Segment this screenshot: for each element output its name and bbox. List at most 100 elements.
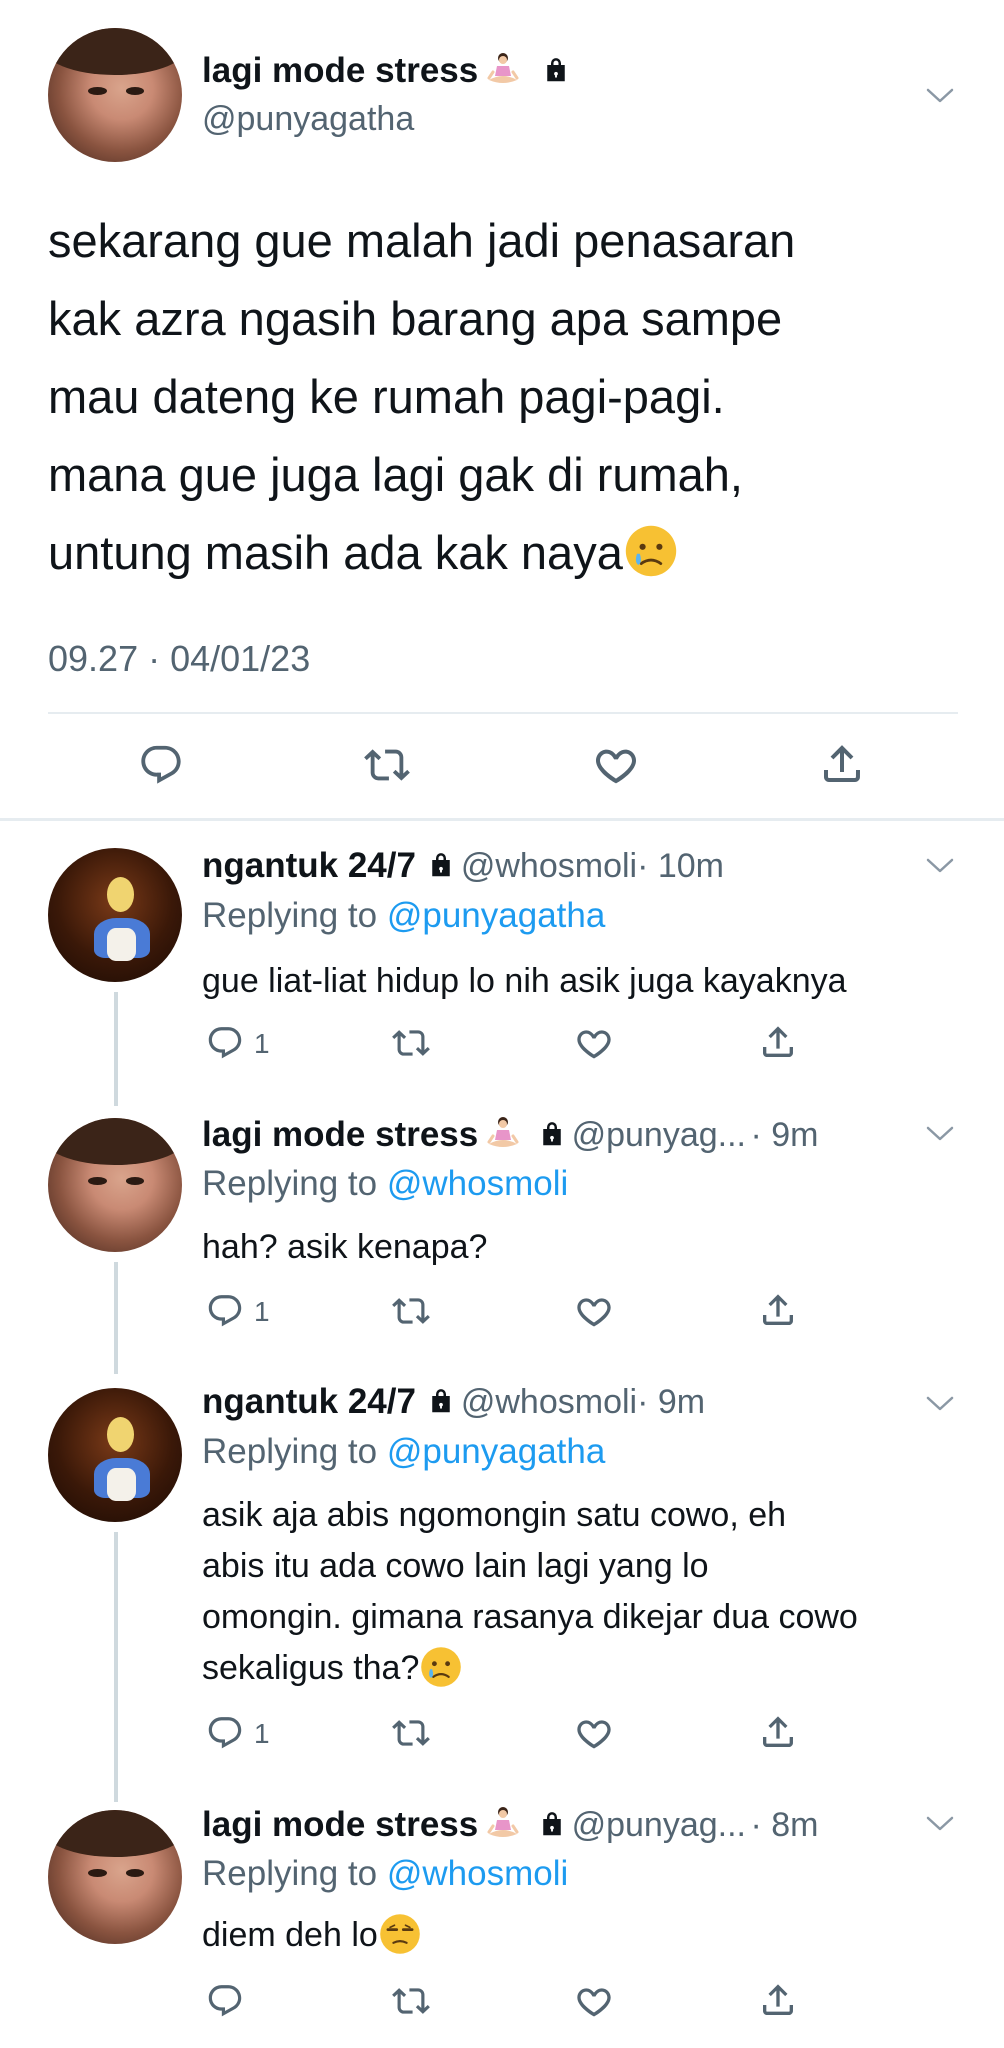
- share-icon[interactable]: [758, 1022, 798, 1062]
- reply-time[interactable]: · 9m: [637, 1383, 705, 1421]
- avatar[interactable]: [48, 1388, 182, 1522]
- crying-face-emoji-icon: [419, 1645, 463, 1689]
- handle[interactable]: @whosmoli: [461, 847, 637, 885]
- replying-to-link[interactable]: @whosmoli: [387, 1854, 568, 1893]
- reply-header: lagi mode stress @punyag... · 8m: [202, 1804, 818, 1845]
- reply-icon[interactable]: [206, 1024, 244, 1062]
- tweet-text-line: sekarang gue malah jadi penasaran: [48, 214, 796, 267]
- replying-prefix: Replying to: [202, 1164, 378, 1203]
- lock-icon: [537, 1119, 567, 1149]
- author-name-row: lagi mode stress: [202, 50, 571, 91]
- reply-text-line: hah? asik kenapa?: [202, 1228, 488, 1266]
- reply-header: ngantuk 24/7 @whosmoli· 9m: [202, 1382, 705, 1422]
- reply-text-line-last: sekaligus tha?: [202, 1643, 982, 1694]
- meditation-emoji-icon: [483, 1804, 523, 1844]
- heart-icon[interactable]: [574, 1982, 614, 2022]
- replying-to-link[interactable]: @punyagatha: [387, 1432, 605, 1471]
- retweet-icon[interactable]: [390, 1024, 432, 1062]
- replying-to: Replying to @punyagatha: [202, 896, 605, 936]
- reply-icon[interactable]: [138, 742, 184, 788]
- handle[interactable]: @punyag...: [572, 1116, 746, 1154]
- reply-text-line: asik aja abis ngomongin satu cowo, eh: [202, 1496, 787, 1534]
- reply-text: gue liat-liat hidup lo nih asik juga kay…: [202, 956, 847, 1006]
- lock-icon: [541, 55, 571, 85]
- reply-time[interactable]: · 8m: [750, 1806, 818, 1844]
- retweet-icon[interactable]: [362, 742, 412, 788]
- meditation-emoji-icon: [483, 1114, 523, 1154]
- avatar[interactable]: [48, 848, 182, 982]
- tweet-text: sekarang gue malah jadi penasaran kak az…: [48, 202, 968, 592]
- reply-text: asik aja abis ngomongin satu cowo, eh ab…: [202, 1490, 982, 1694]
- tweet-timestamp[interactable]: 09.27 · 04/01/23: [48, 638, 310, 680]
- handle[interactable]: @punyagatha: [202, 100, 414, 139]
- share-icon[interactable]: [758, 1980, 798, 2020]
- reply-text-line: gue liat-liat hidup lo nih asik juga kay…: [202, 962, 847, 1000]
- share-icon[interactable]: [818, 740, 866, 788]
- lock-icon: [426, 850, 456, 880]
- replying-to: Replying to @whosmoli: [202, 1164, 568, 1204]
- reply-text-line: sekaligus tha?: [202, 1649, 420, 1687]
- retweet-icon[interactable]: [390, 1982, 432, 2020]
- reply-text-line: diem deh lo: [202, 1916, 378, 1954]
- chevron-down-icon[interactable]: [925, 856, 955, 876]
- avatar[interactable]: [48, 1810, 182, 1944]
- reply-icon[interactable]: [206, 1714, 244, 1752]
- replying-to-link[interactable]: @whosmoli: [387, 1164, 568, 1203]
- thread-line: [114, 1262, 118, 1374]
- tweet-text-line: untung masih ada kak naya: [48, 526, 623, 579]
- reply-header: lagi mode stress @punyag... · 9m: [202, 1114, 818, 1155]
- replying-to: Replying to @whosmoli: [202, 1854, 568, 1894]
- tweet-text-line: kak azra ngasih barang apa sampe: [48, 292, 783, 345]
- replying-prefix: Replying to: [202, 1854, 378, 1893]
- replying-to-link[interactable]: @punyagatha: [387, 896, 605, 935]
- heart-icon[interactable]: [592, 742, 640, 790]
- reply-header: ngantuk 24/7 @whosmoli· 10m: [202, 846, 724, 886]
- replying-to: Replying to @punyagatha: [202, 1432, 605, 1472]
- tweet-text-line: mau dateng ke rumah pagi-pagi.: [48, 370, 725, 423]
- tweet-text-line-last: untung masih ada kak naya: [48, 514, 968, 592]
- reply-text-line: omongin. gimana rasanya dikejar dua cowo: [202, 1598, 858, 1636]
- display-name[interactable]: lagi mode stress: [202, 1805, 478, 1844]
- reply-text-line: abis itu ada cowo lain lagi yang lo: [202, 1547, 709, 1585]
- reply-count: 1: [254, 1028, 270, 1059]
- avatar[interactable]: [48, 28, 182, 162]
- heart-icon[interactable]: [574, 1024, 614, 1064]
- reply-time[interactable]: · 10m: [637, 847, 724, 885]
- chevron-down-icon[interactable]: [925, 1394, 955, 1414]
- reply-text-line-last: diem deh lo: [202, 1910, 422, 1960]
- avatar[interactable]: [48, 1118, 182, 1252]
- thread-line: [114, 1532, 118, 1802]
- reply-time[interactable]: · 9m: [750, 1116, 818, 1154]
- reply-icon[interactable]: [206, 1982, 244, 2020]
- chevron-down-icon[interactable]: [925, 86, 955, 106]
- retweet-icon[interactable]: [390, 1292, 432, 1330]
- heart-icon[interactable]: [574, 1292, 614, 1332]
- heart-icon[interactable]: [574, 1714, 614, 1754]
- display-name[interactable]: lagi mode stress: [202, 51, 478, 90]
- chevron-down-icon[interactable]: [925, 1124, 955, 1144]
- replying-prefix: Replying to: [202, 1432, 378, 1471]
- display-name[interactable]: ngantuk 24/7: [202, 1382, 416, 1421]
- tweet-text-line: mana gue juga lagi gak di rumah,: [48, 448, 743, 501]
- lock-icon: [537, 1809, 567, 1839]
- section-divider: [0, 818, 1004, 821]
- share-icon[interactable]: [758, 1290, 798, 1330]
- display-name[interactable]: lagi mode stress: [202, 1115, 478, 1154]
- retweet-icon[interactable]: [390, 1714, 432, 1752]
- unamused-face-emoji-icon: [378, 1912, 422, 1956]
- share-icon[interactable]: [758, 1712, 798, 1752]
- chevron-down-icon[interactable]: [925, 1814, 955, 1834]
- replying-prefix: Replying to: [202, 896, 378, 935]
- display-name[interactable]: ngantuk 24/7: [202, 846, 416, 885]
- meditation-emoji-icon: [483, 50, 523, 90]
- lock-icon: [426, 1386, 456, 1416]
- reply-count: 1: [254, 1718, 270, 1749]
- handle[interactable]: @whosmoli: [461, 1383, 637, 1421]
- reply-text: diem deh lo: [202, 1910, 422, 1960]
- reply-count: 1: [254, 1296, 270, 1327]
- reply-text: hah? asik kenapa?: [202, 1222, 487, 1272]
- handle[interactable]: @punyag...: [572, 1806, 746, 1844]
- reply-icon[interactable]: [206, 1292, 244, 1330]
- crying-face-emoji-icon: [623, 523, 679, 579]
- divider: [48, 712, 958, 714]
